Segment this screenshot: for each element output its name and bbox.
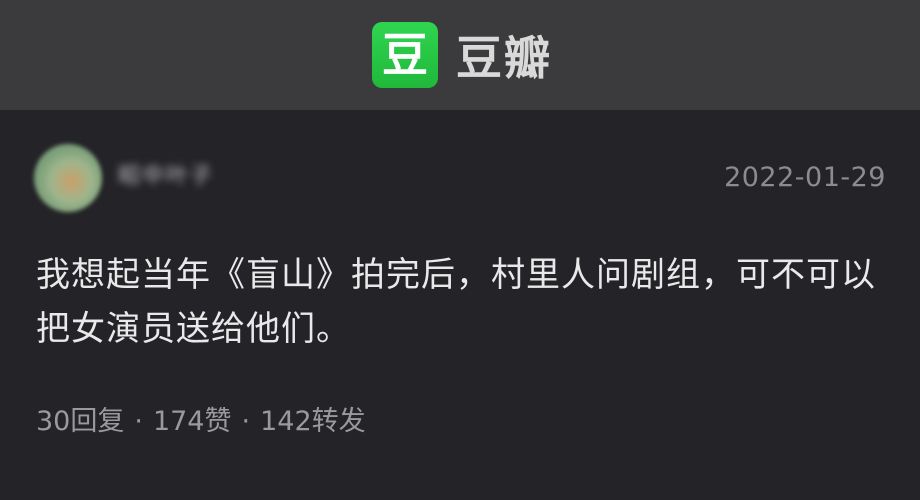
app-header: 豆 豆瓣	[0, 0, 920, 110]
like-count[interactable]: 174赞	[153, 406, 232, 437]
username[interactable]: 昭中叶子	[118, 162, 214, 192]
douban-logo-icon: 豆	[372, 22, 438, 88]
app-name: 豆瓣	[456, 31, 552, 85]
post-stats: 30回复 · 174赞 · 142转发	[36, 404, 366, 440]
reply-count[interactable]: 30回复	[36, 406, 124, 437]
stats-separator: ·	[241, 406, 251, 437]
repost-count[interactable]: 142转发	[260, 406, 366, 437]
avatar[interactable]	[34, 144, 102, 212]
post-card: 昭中叶子 2022-01-29 我想起当年《盲山》拍完后，村里人问剧组，可不可以…	[0, 110, 920, 500]
post-date: 2022-01-29	[724, 162, 886, 193]
post-content: 我想起当年《盲山》拍完后，村里人问剧组，可不可以把女演员送给他们。	[36, 255, 876, 349]
stats-separator: ·	[134, 406, 143, 437]
